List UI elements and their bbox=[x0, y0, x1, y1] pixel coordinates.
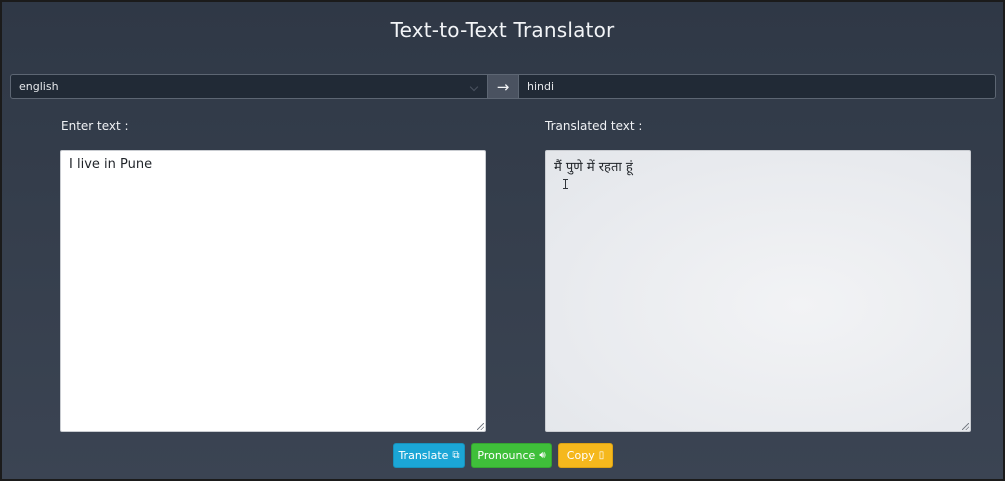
resize-handle-icon[interactable] bbox=[477, 423, 484, 430]
resize-handle-icon[interactable] bbox=[962, 423, 969, 430]
source-language-select[interactable]: english bbox=[10, 74, 488, 99]
source-text-area[interactable]: I live in Pune bbox=[60, 150, 486, 432]
page-title: Text-to-Text Translator bbox=[390, 18, 615, 42]
input-label: Enter text : bbox=[61, 119, 129, 133]
translated-text-value: मैं पुणे में रहता हूं bbox=[554, 160, 633, 175]
clipboard-icon: ▯ bbox=[598, 449, 605, 461]
swap-languages-button[interactable]: → bbox=[488, 74, 518, 99]
translate-button[interactable]: Translate ⧉ bbox=[393, 443, 465, 468]
app-window: Text-to-Text Translator english → hindi … bbox=[0, 0, 1005, 481]
source-language-value: english bbox=[19, 80, 59, 93]
chevron-down-icon bbox=[469, 82, 479, 92]
copy-button-label: Copy bbox=[566, 449, 595, 462]
pronounce-button-label: Pronounce bbox=[477, 449, 536, 462]
translated-text-area[interactable]: मैं पुणे में रहता हूं bbox=[545, 150, 971, 432]
action-buttons: Translate ⧉ Pronounce 🔊︎ Copy ▯ bbox=[393, 443, 613, 468]
target-language-value: hindi bbox=[527, 80, 555, 93]
translate-button-label: Translate bbox=[398, 449, 449, 462]
copy-button[interactable]: Copy ▯ bbox=[558, 443, 613, 468]
language-bar: english → hindi bbox=[10, 74, 996, 99]
speaker-icon: 🔊︎ bbox=[539, 449, 546, 461]
translate-icon: ⧉ bbox=[452, 449, 460, 461]
arrow-right-icon: → bbox=[496, 77, 510, 96]
source-text-value: I live in Pune bbox=[69, 157, 153, 172]
output-label: Translated text : bbox=[545, 119, 643, 133]
text-cursor-icon bbox=[562, 179, 568, 189]
target-language-select[interactable]: hindi bbox=[518, 74, 996, 99]
pronounce-button[interactable]: Pronounce 🔊︎ bbox=[471, 443, 552, 468]
